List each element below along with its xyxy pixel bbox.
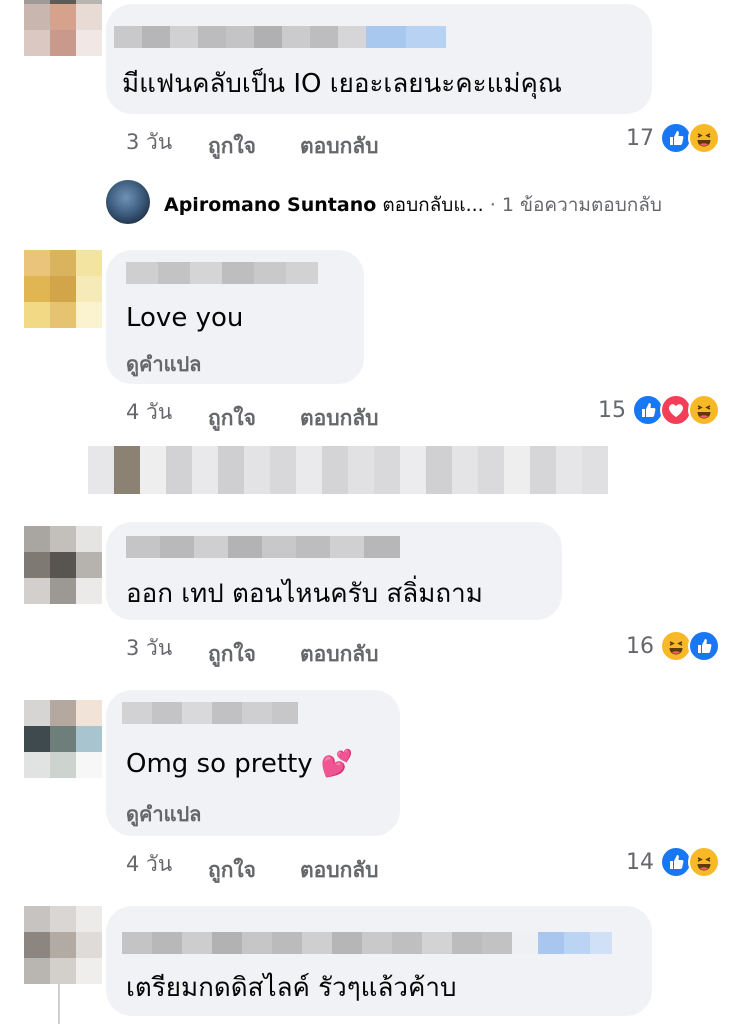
like-button[interactable]: ถูกใจ	[208, 130, 256, 163]
avatar[interactable]	[24, 526, 102, 604]
commenter-name-redacted[interactable]	[126, 536, 400, 558]
haha-icon[interactable]	[688, 122, 720, 154]
comment-bubble: Omg so pretty 💕 ดูคำแปล	[106, 690, 400, 836]
like-button[interactable]: ถูกใจ	[208, 402, 256, 435]
commenter-name-redacted[interactable]	[126, 262, 318, 284]
comment-bubble: มีแฟนคลับเป็น IO เยอะเลยนะคะแม่คุณ	[106, 4, 652, 114]
avatar[interactable]	[24, 906, 102, 984]
comment-text: มีแฟนคลับเป็น IO เยอะเลยนะคะแม่คุณ	[122, 69, 562, 99]
comment-time[interactable]: 4 วัน	[126, 396, 172, 429]
avatar[interactable]	[24, 700, 102, 778]
reaction-count[interactable]: 14	[620, 850, 654, 875]
like-button[interactable]: ถูกใจ	[208, 854, 256, 887]
comment-time[interactable]: 3 วัน	[126, 632, 172, 665]
reaction-count[interactable]: 17	[620, 126, 654, 151]
commenter-name-redacted[interactable]	[114, 26, 446, 48]
separator: ·	[489, 194, 496, 216]
comment-time[interactable]: 4 วัน	[126, 848, 172, 881]
reply-action: ตอบกลับแ...	[382, 194, 484, 216]
see-translation-link[interactable]: ดูคำแปล	[126, 348, 201, 380]
haha-icon[interactable]	[688, 846, 720, 878]
reply-button[interactable]: ตอบกลับ	[300, 402, 379, 435]
reply-button[interactable]: ตอบกลับ	[300, 130, 379, 163]
see-translation-link[interactable]: ดูคำแปล	[126, 798, 201, 830]
comment-time[interactable]: 3 วัน	[126, 126, 172, 159]
comment-text: Omg so pretty 💕	[126, 749, 354, 779]
comment-bubble: เตรียมกดดิสไลค์ รัวๆแล้วค้าบ	[106, 906, 652, 1016]
redacted-reply-preview	[88, 446, 608, 494]
avatar[interactable]	[106, 180, 150, 224]
reply-button[interactable]: ตอบกลับ	[300, 854, 379, 887]
comment-text: ออก เทป ตอนไหนครับ สลิ่มถาม	[126, 579, 483, 609]
reply-button[interactable]: ตอบกลับ	[300, 638, 379, 671]
reply-count: 1 ข้อความตอบกลับ	[501, 194, 662, 216]
comment-bubble: ออก เทป ตอนไหนครับ สลิ่มถาม	[106, 522, 562, 620]
reply-author-name[interactable]: Apiromano Suntano	[164, 194, 376, 216]
reaction-count[interactable]: 15	[592, 398, 626, 423]
avatar[interactable]	[24, 250, 102, 328]
commenter-name-redacted[interactable]	[122, 932, 612, 954]
comment-text: เตรียมกดดิสไลค์ รัวๆแล้วค้าบ	[126, 973, 457, 1003]
commenter-name-redacted[interactable]	[122, 702, 298, 724]
comment-text: Love you	[126, 303, 244, 333]
like-icon[interactable]	[688, 630, 720, 662]
reply-thread-line	[58, 984, 60, 1024]
avatar[interactable]	[24, 0, 102, 56]
haha-icon[interactable]	[688, 394, 720, 426]
reaction-count[interactable]: 16	[620, 634, 654, 659]
reply-preview[interactable]: Apiromano Suntano ตอบกลับแ... · 1 ข้อควา…	[164, 190, 662, 220]
comment-bubble: Love you ดูคำแปล	[106, 250, 364, 384]
like-button[interactable]: ถูกใจ	[208, 638, 256, 671]
